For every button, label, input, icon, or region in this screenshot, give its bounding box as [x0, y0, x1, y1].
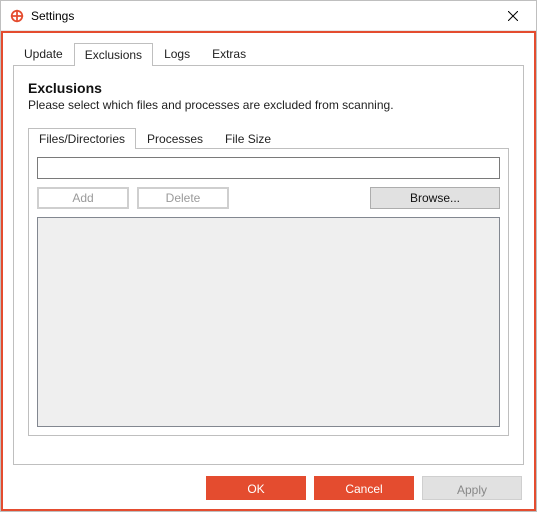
inner-tab-processes[interactable]: Processes	[136, 128, 214, 149]
dialog-content: Update Exclusions Logs Extras Exclusions…	[3, 33, 534, 467]
add-button: Add	[37, 187, 129, 209]
button-row: Add Delete Browse...	[37, 187, 500, 209]
section-description: Please select which files and processes …	[28, 98, 509, 112]
inner-panel-files: Add Delete Browse...	[28, 148, 509, 436]
settings-window: Settings Update Exclusions Logs Extras E…	[0, 0, 537, 512]
inner-tab-files[interactable]: Files/Directories	[28, 128, 136, 149]
window-title: Settings	[31, 9, 74, 23]
browse-button[interactable]: Browse...	[370, 187, 500, 209]
delete-button: Delete	[137, 187, 229, 209]
exclusions-listbox[interactable]	[37, 217, 500, 427]
tab-panel-exclusions: Exclusions Please select which files and…	[13, 65, 524, 465]
app-icon	[9, 8, 25, 24]
tab-update[interactable]: Update	[13, 42, 74, 66]
section-title: Exclusions	[28, 80, 509, 96]
main-tabs: Update Exclusions Logs Extras	[13, 41, 524, 65]
dialog-footer: OK Cancel Apply	[3, 467, 534, 509]
tab-logs[interactable]: Logs	[153, 42, 201, 66]
ok-button[interactable]: OK	[206, 476, 306, 500]
inner-tab-file-size[interactable]: File Size	[214, 128, 282, 149]
close-button[interactable]	[490, 1, 536, 31]
inner-tabs: Files/Directories Processes File Size	[28, 126, 509, 148]
apply-button: Apply	[422, 476, 522, 500]
path-input[interactable]	[37, 157, 500, 179]
tab-exclusions[interactable]: Exclusions	[74, 43, 153, 66]
titlebar: Settings	[1, 1, 536, 31]
tab-extras[interactable]: Extras	[201, 42, 257, 66]
cancel-button[interactable]: Cancel	[314, 476, 414, 500]
dialog-frame: Update Exclusions Logs Extras Exclusions…	[1, 31, 536, 511]
close-icon	[508, 11, 518, 21]
